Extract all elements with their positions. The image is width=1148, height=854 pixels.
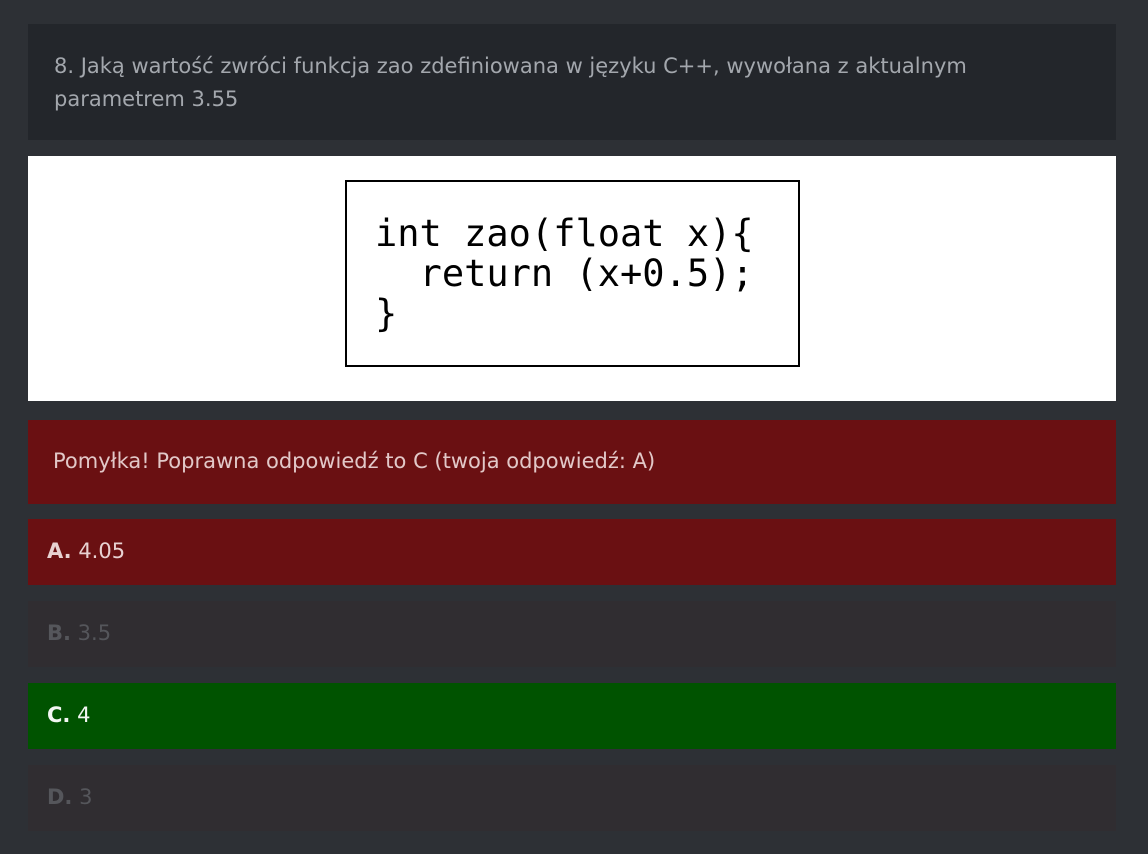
code-line-2: return (x+0.5); (375, 252, 754, 295)
answer-letter: A. (47, 539, 72, 563)
answer-letter: C. (47, 703, 71, 727)
question-text-line-1: 8. Jaką wartość zwróci funkcja zao zdefi… (54, 54, 967, 78)
answer-option-a[interactable]: A. 4.05 (28, 519, 1116, 585)
answer-value: 4 (77, 703, 91, 727)
question-text-line-2: parametrem 3.55 (54, 87, 239, 111)
code-line-1: int zao(float x){ (375, 212, 754, 255)
answer-option-b[interactable]: B. 3.5 (28, 601, 1116, 667)
answer-option-d[interactable]: D. 3 (28, 765, 1116, 831)
quiz-container: 8. Jaką wartość zwróci funkcja zao zdefi… (28, 24, 1116, 831)
code-snippet-image: int zao(float x){ return (x+0.5); } (345, 180, 800, 367)
answer-letter: D. (47, 785, 73, 809)
answer-value: 3 (79, 785, 93, 809)
answer-value: 4.05 (78, 539, 126, 563)
question-header: 8. Jaką wartość zwróci funkcja zao zdefi… (28, 24, 1116, 140)
answer-value: 3.5 (77, 621, 112, 645)
code-image-panel: int zao(float x){ return (x+0.5); } (28, 156, 1116, 401)
feedback-banner: Pomyłka! Poprawna odpowiedź to C (twoja … (28, 420, 1116, 504)
feedback-text: Pomyłka! Poprawna odpowiedź to C (twoja … (53, 449, 656, 473)
code-line-3: } (375, 292, 398, 335)
answer-option-c[interactable]: C. 4 (28, 683, 1116, 749)
answer-letter: B. (47, 621, 71, 645)
